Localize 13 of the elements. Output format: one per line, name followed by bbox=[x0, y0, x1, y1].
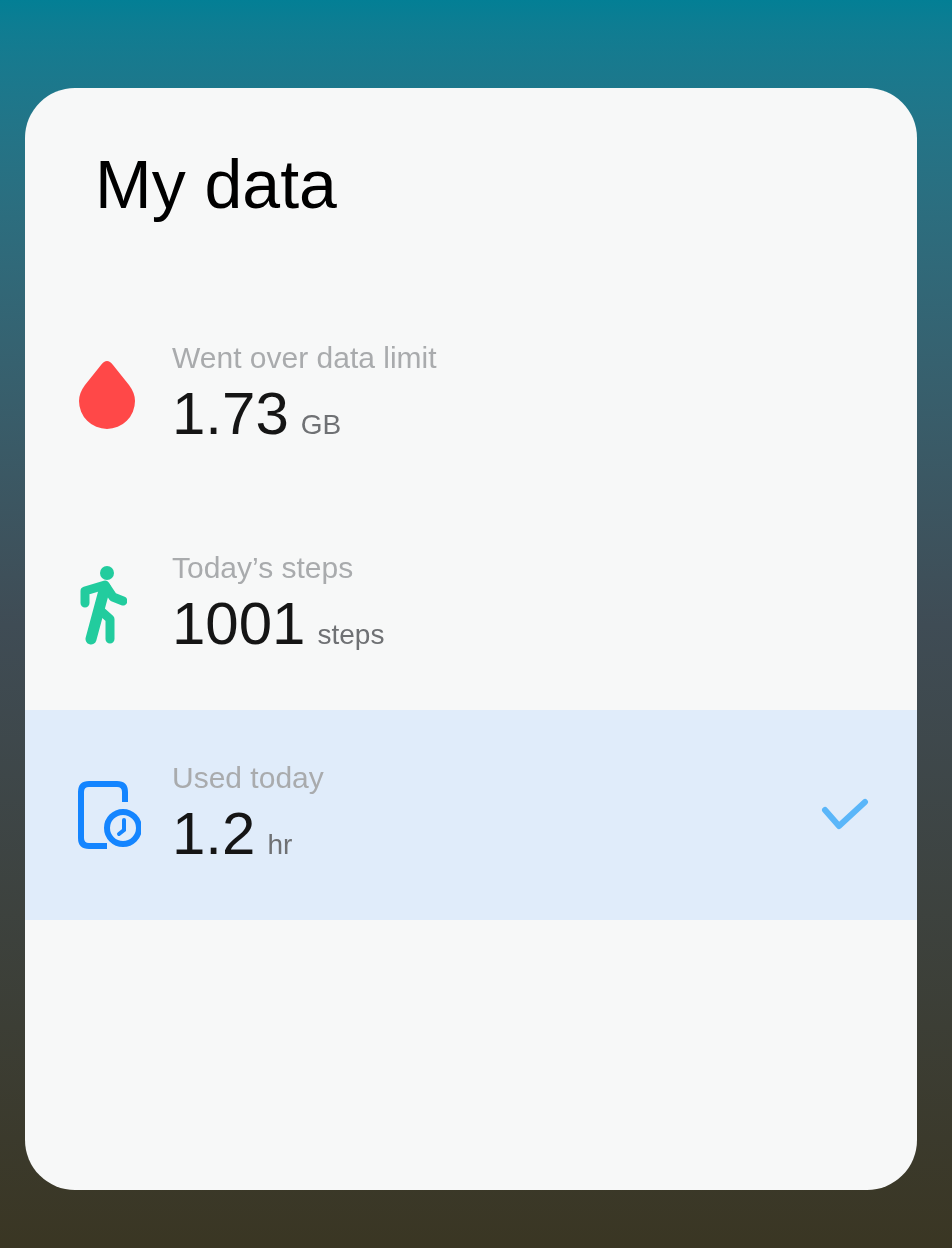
data-row[interactable]: Used today 1.2 hr bbox=[25, 710, 917, 920]
metric-label: Used today bbox=[172, 759, 325, 796]
phone-clock-icon bbox=[77, 780, 141, 850]
metric-label: Went over data limit bbox=[172, 339, 438, 376]
metric-value: 1.73 bbox=[172, 379, 289, 450]
drop-icon bbox=[77, 359, 137, 431]
metric-unit: steps bbox=[317, 618, 385, 653]
metric-unit: hr bbox=[267, 828, 293, 863]
metric-label: Today’s steps bbox=[172, 549, 355, 586]
metric-value: 1001 bbox=[172, 589, 306, 660]
checkmark-icon bbox=[821, 798, 869, 832]
metric-unit: GB bbox=[300, 408, 342, 443]
metric-value: 1.2 bbox=[172, 799, 256, 870]
